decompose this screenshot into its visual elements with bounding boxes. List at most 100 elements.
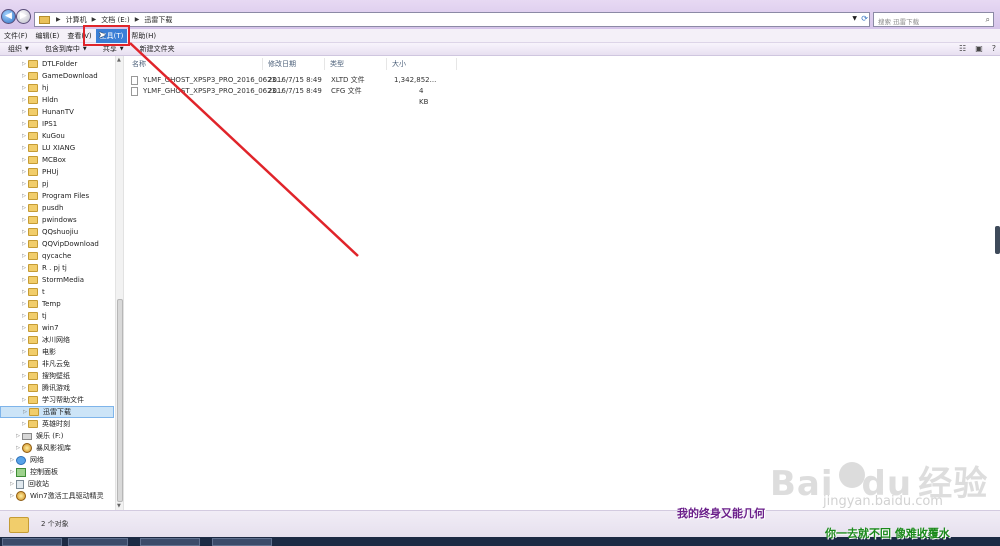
sidebar-item[interactable]: ▷ LU XIANG	[0, 142, 114, 154]
expand-icon[interactable]: ▷	[20, 145, 28, 151]
expand-icon[interactable]: ▷	[20, 205, 28, 211]
sidebar-item[interactable]: ▷ PHUj	[0, 166, 114, 178]
expand-icon[interactable]: ▷	[20, 361, 28, 367]
taskbar-button[interactable]	[68, 538, 128, 546]
expand-icon[interactable]: ▷	[20, 253, 28, 259]
expand-icon[interactable]: ▷	[8, 481, 16, 487]
forward-button[interactable]: ▶	[16, 9, 31, 24]
expand-icon[interactable]: ▷	[20, 181, 28, 187]
expand-icon[interactable]: ▷	[20, 61, 28, 67]
help-icon[interactable]: ?	[992, 44, 996, 53]
expand-icon[interactable]: ▷	[20, 97, 28, 103]
sidebar-item[interactable]: ▷ 迅雷下载	[0, 406, 114, 418]
sidebar-item[interactable]: ▷ 回收站	[0, 478, 114, 490]
expand-icon[interactable]: ▷	[14, 433, 22, 439]
expand-icon[interactable]: ▷	[20, 337, 28, 343]
scrollbar-thumb[interactable]	[117, 299, 123, 502]
sidebar-item[interactable]: ▷ MCBox	[0, 154, 114, 166]
taskbar-button[interactable]	[140, 538, 200, 546]
sidebar-item[interactable]: ▷ Win7激活工具驱动精灵	[0, 490, 114, 502]
taskbar-button[interactable]	[2, 538, 62, 546]
sidebar-item[interactable]: ▷ 暴风影视库	[0, 442, 114, 454]
taskbar-button[interactable]	[212, 538, 272, 546]
column-header-type[interactable]: 类型	[325, 58, 387, 70]
sidebar-item[interactable]: ▷ DTLFolder	[0, 58, 114, 70]
nav-scrollbar[interactable]: ▲ ▼	[115, 56, 123, 510]
sidebar-item[interactable]: ▷ 搜狗壁纸	[0, 370, 114, 382]
expand-icon[interactable]: ▷	[21, 409, 29, 415]
menu-edit[interactable]: 编辑(E)	[32, 29, 64, 43]
expand-icon[interactable]: ▷	[8, 469, 16, 475]
sidebar-item[interactable]: ▷ HunanTV	[0, 106, 114, 118]
expand-icon[interactable]: ▷	[20, 193, 28, 199]
sidebar-item[interactable]: ▷ Hldn	[0, 94, 114, 106]
sidebar-item[interactable]: ▷ pusdh	[0, 202, 114, 214]
expand-icon[interactable]: ▷	[20, 121, 28, 127]
address-bar[interactable]: ▶ 计算机 ▶ 文档 (E:) ▶ 迅雷下载 ▼ ⟳	[34, 12, 870, 27]
expand-icon[interactable]: ▷	[20, 325, 28, 331]
sidebar-item[interactable]: ▷ t	[0, 286, 114, 298]
expand-icon[interactable]: ▷	[20, 229, 28, 235]
expand-icon[interactable]: ▷	[14, 445, 22, 451]
new-folder-button[interactable]: 新建文件夹	[132, 44, 183, 54]
expand-icon[interactable]: ▷	[20, 133, 28, 139]
preview-pane-icon[interactable]: ▣	[975, 44, 983, 53]
expand-icon[interactable]: ▷	[20, 385, 28, 391]
expand-icon[interactable]: ▷	[20, 421, 28, 427]
sidebar-item[interactable]: ▷ Program Files	[0, 190, 114, 202]
table-row[interactable]: YLMF_GHOST_XPSP3_PRO_2016_0623... 2016/7…	[131, 86, 431, 106]
sidebar-item[interactable]: ▷ 网络	[0, 454, 114, 466]
sidebar-item[interactable]: ▷ 英雄时刻	[0, 418, 114, 430]
sidebar-item[interactable]: ▷ 学习帮助文件	[0, 394, 114, 406]
scroll-down-icon[interactable]: ▼	[117, 503, 121, 509]
sidebar-item[interactable]: ▷ tj	[0, 310, 114, 322]
sidebar-item[interactable]: ▷ 控制面板	[0, 466, 114, 478]
sidebar-item[interactable]: ▷ Temp	[0, 298, 114, 310]
expand-icon[interactable]: ▷	[20, 241, 28, 247]
sidebar-item[interactable]: ▷ QQshuojiu	[0, 226, 114, 238]
expand-icon[interactable]: ▷	[20, 169, 28, 175]
expand-icon[interactable]: ▷	[20, 277, 28, 283]
address-dropdown-icon[interactable]: ▼	[852, 15, 857, 22]
sidebar-item[interactable]: ▷ 电影	[0, 346, 114, 358]
sidebar-item[interactable]: ▷ 腾讯游戏	[0, 382, 114, 394]
view-options-icon[interactable]: ☷	[959, 44, 966, 53]
expand-icon[interactable]: ▷	[8, 493, 16, 499]
sidebar-item[interactable]: ▷ 冰川网络	[0, 334, 114, 346]
sidebar-item[interactable]: ▷ QQVipDownload	[0, 238, 114, 250]
breadcrumb-folder[interactable]: 迅雷下载	[144, 15, 172, 25]
expand-icon[interactable]: ▷	[20, 349, 28, 355]
search-input[interactable]: 搜索 迅雷下载 ⌕	[873, 12, 994, 27]
expand-icon[interactable]: ▷	[20, 85, 28, 91]
column-header-name[interactable]: 名称	[127, 58, 263, 70]
sidebar-item[interactable]: ▷ GameDownload	[0, 70, 114, 82]
organize-button[interactable]: 组织 ▼	[0, 44, 37, 54]
sidebar-item[interactable]: ▷ 娱乐 (F:)	[0, 430, 114, 442]
sidebar-item[interactable]: ▷ R . pj tj	[0, 262, 114, 274]
expand-icon[interactable]: ▷	[20, 217, 28, 223]
scroll-up-icon[interactable]: ▲	[117, 57, 121, 63]
refresh-icon[interactable]: ⟳	[861, 14, 868, 23]
expand-icon[interactable]: ▷	[20, 301, 28, 307]
sidebar-item[interactable]: ▷ pwindows	[0, 214, 114, 226]
sidebar-item[interactable]: ▷ hj	[0, 82, 114, 94]
expand-icon[interactable]: ▷	[20, 373, 28, 379]
sidebar-item[interactable]: ▷ KuGou	[0, 130, 114, 142]
back-button[interactable]: ◀	[1, 9, 16, 24]
breadcrumb-drive[interactable]: 文档 (E:)	[101, 15, 129, 25]
menu-help[interactable]: 帮助(H)	[127, 29, 160, 43]
sidebar-item[interactable]: ▷ pj	[0, 178, 114, 190]
expand-icon[interactable]: ▷	[20, 157, 28, 163]
sidebar-item[interactable]: ▷ 非凡云免	[0, 358, 114, 370]
expand-icon[interactable]: ▷	[20, 289, 28, 295]
table-row[interactable]: YLMF_GHOST_XPSP3_PRO_2016_0623... 2016/7…	[131, 75, 436, 86]
menu-file[interactable]: 文件(F)	[0, 29, 32, 43]
expand-icon[interactable]: ▷	[20, 265, 28, 271]
sidebar-item[interactable]: ▷ StormMedia	[0, 274, 114, 286]
sidebar-item[interactable]: ▷ win7	[0, 322, 114, 334]
sidebar-item[interactable]: ▷ IPS1	[0, 118, 114, 130]
expand-icon[interactable]: ▷	[8, 457, 16, 463]
breadcrumb-computer[interactable]: 计算机	[66, 15, 87, 25]
expand-icon[interactable]: ▷	[20, 73, 28, 79]
column-header-size[interactable]: 大小	[387, 58, 457, 70]
